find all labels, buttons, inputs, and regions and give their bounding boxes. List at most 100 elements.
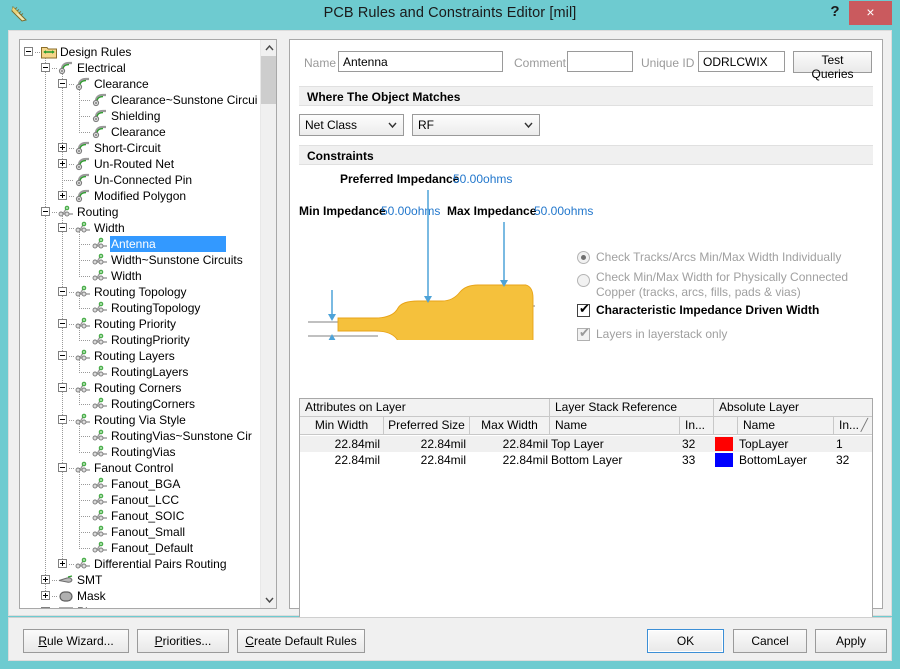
checkbox-impedance-driven-width[interactable]: ✔ [577, 302, 590, 317]
create-default-rules-button[interactable]: Create Default Rules [237, 629, 365, 653]
folder-rules-icon [41, 45, 57, 59]
tree-guide-dots [52, 68, 57, 69]
tree-expander-toggle[interactable] [58, 191, 67, 200]
tree-expander-toggle[interactable] [58, 319, 67, 328]
tree-node[interactable]: Antenna [20, 236, 261, 252]
help-button[interactable]: ? [822, 0, 848, 26]
group-header-layer-stack-reference[interactable]: Layer Stack Reference [550, 399, 714, 416]
tree-node[interactable]: Fanout Control [20, 460, 261, 476]
tree-node[interactable]: RoutingPriority [20, 332, 261, 348]
column-header-preferred-size[interactable]: Preferred Size [384, 417, 470, 434]
apply-button[interactable]: Apply [815, 629, 887, 653]
tree-expander-toggle[interactable] [24, 47, 33, 56]
tree-node[interactable]: Clearance [20, 76, 261, 92]
tree-node[interactable]: RoutingLayers [20, 364, 261, 380]
tree-node[interactable]: Short-Circuit [20, 140, 261, 156]
routing-icon [92, 253, 108, 267]
column-header-min-width[interactable]: Min Width [300, 417, 384, 434]
plane-icon [58, 605, 74, 608]
tree-expander-toggle[interactable] [41, 591, 50, 600]
close-button[interactable]: × [849, 1, 892, 25]
tree-node[interactable]: Differential Pairs Routing [20, 556, 261, 572]
tree-guide-dots [79, 116, 91, 117]
column-header-max-width[interactable]: Max Width [470, 417, 550, 434]
tree-node[interactable]: Mask [20, 588, 261, 604]
tree-node[interactable]: Fanout_Default [20, 540, 261, 556]
unique-id-input[interactable] [698, 51, 785, 72]
tree-node[interactable]: Shielding [20, 108, 261, 124]
tree-node[interactable]: Width~Sunstone Circuits [20, 252, 261, 268]
tree-expander-toggle[interactable] [58, 415, 67, 424]
tree-node[interactable]: Fanout_BGA [20, 476, 261, 492]
routing-icon [92, 397, 108, 411]
tree-node[interactable]: Clearance~Sunstone Circui [20, 92, 261, 108]
tree-expander-toggle[interactable] [41, 207, 50, 216]
cancel-button[interactable]: Cancel [733, 629, 807, 653]
tree-node[interactable]: Fanout_LCC [20, 492, 261, 508]
column-header-layer-color[interactable] [714, 417, 738, 434]
tree-expander-toggle[interactable] [58, 143, 67, 152]
layer-attributes-grid[interactable]: Attributes on Layer Layer Stack Referenc… [299, 398, 873, 636]
tree-expander-toggle[interactable] [58, 463, 67, 472]
cell-max-width: 22.84mil [502, 453, 548, 467]
tree-node[interactable]: RoutingTopology [20, 300, 261, 316]
tree-expander-toggle[interactable] [58, 383, 67, 392]
tree-node[interactable]: Plane [20, 604, 261, 608]
radio-check-connected-copper[interactable] [577, 274, 590, 287]
create-default-rules-accesskey: C [245, 634, 254, 648]
tree-node[interactable]: Modified Polygon [20, 188, 261, 204]
checkbox-layers-in-layerstack-only[interactable]: ✔ [577, 326, 590, 341]
routing-icon [92, 477, 108, 491]
tree-expander-toggle[interactable] [58, 287, 67, 296]
tree-node[interactable]: Routing Via Style [20, 412, 261, 428]
tree-node[interactable]: Un-Routed Net [20, 156, 261, 172]
tree-expander-toggle[interactable] [41, 575, 50, 584]
tree-node[interactable]: Routing [20, 204, 261, 220]
rule-wizard-button[interactable]: Rule Wizard... [23, 629, 129, 653]
tree-node[interactable]: RoutingCorners [20, 396, 261, 412]
tree-node[interactable]: Fanout_Small [20, 524, 261, 540]
tree-expander-toggle[interactable] [58, 79, 67, 88]
tree-node[interactable]: Routing Priority [20, 316, 261, 332]
table-row[interactable]: 22.84mil 22.84mil 22.84mil Top Layer 32 TopLa… [300, 436, 872, 452]
tree-node[interactable]: Design Rules [20, 44, 261, 60]
design-rules-tree[interactable]: Design Rules Electrical Clearance Clearance… [19, 39, 277, 609]
scroll-down-button[interactable] [261, 592, 276, 608]
group-header-attributes-on-layer[interactable]: Attributes on Layer [300, 399, 550, 416]
tree-expander-toggle[interactable] [41, 607, 50, 608]
tree-node[interactable]: Width [20, 268, 261, 284]
tree-scrollbar[interactable] [260, 40, 276, 608]
tree-node[interactable]: RoutingVias~Sunstone Cir [20, 428, 261, 444]
tree-node-label: Routing Priority [94, 317, 177, 331]
tree-node[interactable]: Clearance [20, 124, 261, 140]
tree-node[interactable]: RoutingVias [20, 444, 261, 460]
column-header-absolute-name[interactable]: Name [738, 417, 834, 434]
tree-node[interactable]: Routing Layers [20, 348, 261, 364]
tree-node[interactable]: SMT [20, 572, 261, 588]
tree-expander-toggle[interactable] [58, 351, 67, 360]
tree-expander-toggle[interactable] [58, 223, 67, 232]
column-header-absolute-index[interactable]: In... ╱ [834, 417, 872, 434]
tree-expander-toggle[interactable] [58, 159, 67, 168]
column-header-stack-index[interactable]: In... [680, 417, 714, 434]
column-header-stack-name[interactable]: Name [550, 417, 680, 434]
tree-node[interactable]: Routing Corners [20, 380, 261, 396]
ok-button[interactable]: OK [647, 629, 724, 653]
group-header-absolute-layer[interactable]: Absolute Layer [714, 399, 872, 416]
tree-expander-toggle[interactable] [58, 559, 67, 568]
scroll-up-button[interactable] [261, 40, 276, 56]
scrollbar-thumb[interactable] [261, 56, 276, 104]
priorities-button[interactable]: Priorities... [137, 629, 229, 653]
table-row[interactable]: 22.84mil 22.84mil 22.84mil Bottom Layer 33 Bo… [300, 452, 872, 468]
tree-node[interactable]: Fanout_SOIC [20, 508, 261, 524]
routing-icon [75, 557, 91, 571]
tree-node[interactable]: Routing Topology [20, 284, 261, 300]
radio-check-individually[interactable] [577, 251, 590, 264]
tree-node[interactable]: Electrical [20, 60, 261, 76]
tree-expander-toggle[interactable] [41, 63, 50, 72]
test-queries-button[interactable]: Test Queries [793, 51, 872, 81]
tree-guide-dots [69, 468, 74, 469]
tree-node[interactable]: Un-Connected Pin [20, 172, 261, 188]
tree-node[interactable]: Width [20, 220, 261, 236]
tree-guide-dots [69, 164, 74, 165]
